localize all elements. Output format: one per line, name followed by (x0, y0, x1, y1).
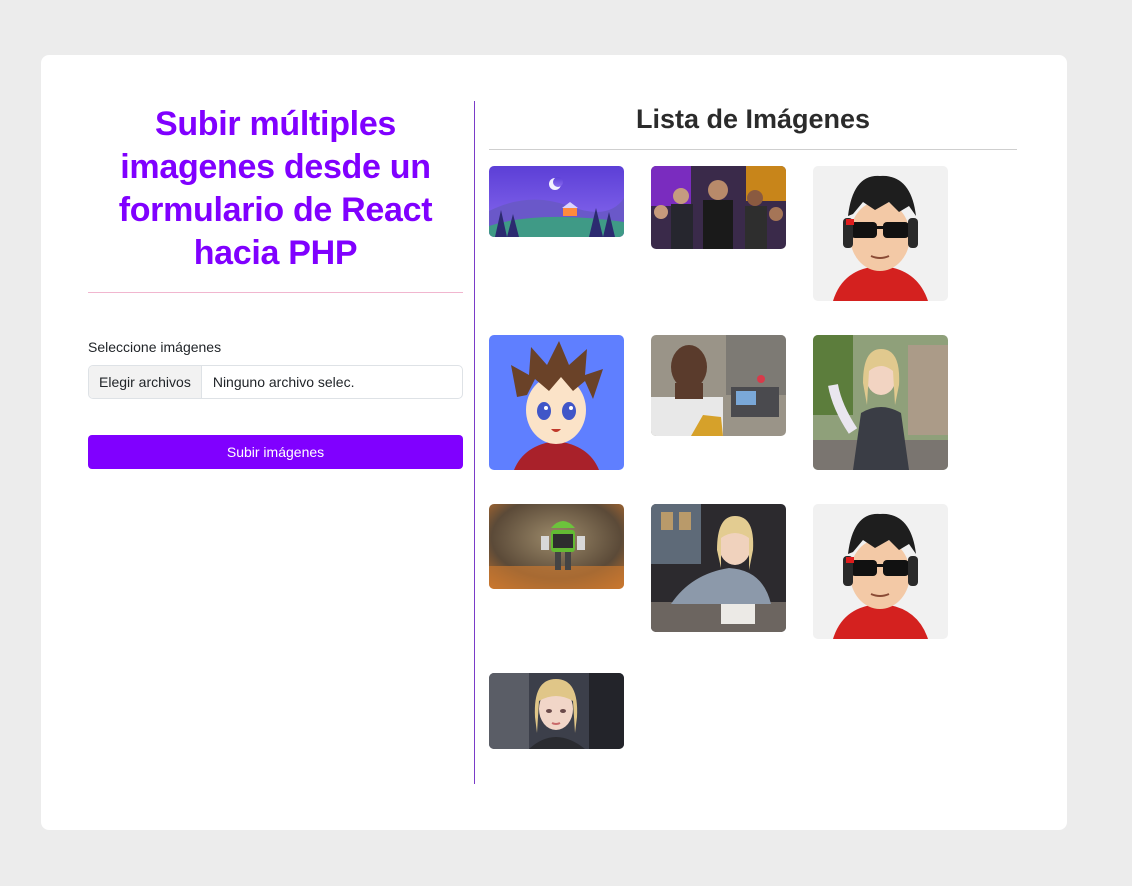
column-divider (474, 101, 475, 784)
main-card: Subir múltiples imagenes desde un formul… (41, 55, 1067, 830)
android-robot-image (489, 504, 624, 589)
file-field-label: Seleccione imágenes (88, 339, 222, 355)
night-landscape-image (489, 166, 624, 237)
blonde-woman-portrait-image (489, 673, 624, 749)
title-divider (88, 292, 463, 293)
choose-files-button[interactable]: Elegir archivos (89, 366, 202, 398)
anime-boy-image (489, 335, 624, 470)
file-status-text: Ninguno archivo selec. (212, 374, 355, 390)
upload-images-button[interactable]: Subir imágenes (88, 435, 463, 469)
image-list-section: Lista de Imágenes (489, 101, 1017, 158)
cartoon-avatar-headphones-image (813, 504, 948, 639)
page-title: Subir múltiples imagenes desde un formul… (118, 105, 433, 272)
file-input[interactable]: Elegir archivos Ninguno archivo selec. (88, 365, 463, 399)
image-list-divider (489, 149, 1017, 150)
upload-form-section: Subir múltiples imagenes desde un formul… (88, 101, 463, 469)
blonde-woman-desk-image (651, 504, 786, 632)
selfie-office-image (651, 335, 786, 436)
image-list-title: Lista de Imágenes (635, 104, 871, 134)
movie-cast-image (651, 166, 786, 249)
cartoon-avatar-headphones-image (813, 166, 948, 301)
blonde-woman-street-image (813, 335, 948, 470)
